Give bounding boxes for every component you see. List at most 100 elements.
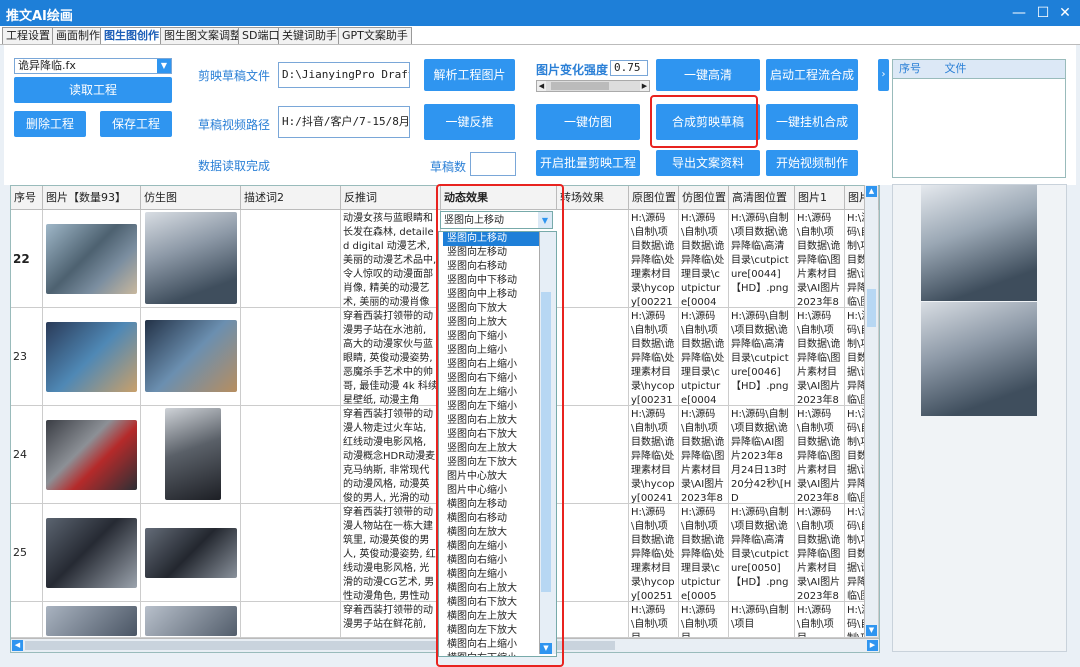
- hd-path-cell[interactable]: H:\源码\自制\项目数据\诡异降临\高清目录\cutpicture[0046]…: [729, 308, 795, 406]
- minimize-icon[interactable]: —: [1010, 4, 1028, 22]
- chevron-right-icon[interactable]: ›: [878, 59, 889, 91]
- imit-path-cell[interactable]: H:\源码\自制\项目数据\诡异降临\图片素材目录\AI图片2023年8月2: [679, 406, 729, 504]
- thumbnail-image[interactable]: [46, 322, 137, 392]
- tab-keyword-helper[interactable]: 关键词助手: [278, 27, 341, 44]
- orig-path-cell[interactable]: H:\源码\自制\项目数据\诡异降临\处理素材目录\hycopy[00221_n: [629, 210, 679, 308]
- strength-input[interactable]: 0.75: [610, 60, 648, 76]
- reverse-prompt-cell[interactable]: 穿着西装打领带的动漫男子站在鲜花前,: [341, 602, 441, 638]
- description-cell[interactable]: [241, 602, 341, 638]
- transition-cell[interactable]: [557, 504, 629, 602]
- col-header[interactable]: 原图位置: [629, 186, 679, 210]
- vertical-scrollbar[interactable]: ▲ ▼: [864, 185, 878, 637]
- hd-path-cell[interactable]: H:\源码\自制\项目数据\诡异降临\AI图片2023年8月24日13时20分4…: [729, 406, 795, 504]
- batch-jianying-button[interactable]: 开启批量剪映工程: [536, 150, 640, 176]
- scroll-up-icon[interactable]: ▲: [866, 186, 877, 197]
- col-header[interactable]: 仿生图: [141, 186, 241, 210]
- vertical-scroll-thumb[interactable]: [867, 289, 876, 327]
- maximize-icon[interactable]: ☐: [1034, 4, 1052, 22]
- tab-sd-port[interactable]: SD端口: [238, 27, 284, 44]
- start-video-button[interactable]: 开始视频制作: [766, 150, 858, 176]
- start-workflow-button[interactable]: 启动工程流合成: [766, 59, 858, 91]
- chevron-down-icon[interactable]: ▼: [538, 212, 552, 228]
- tab-project-settings[interactable]: 工程设置: [2, 27, 54, 44]
- imit-path-cell[interactable]: H:\源码\自制\项目数据\诡异降临\处理目录\cutpicture[00050…: [679, 504, 729, 602]
- parse-image-button[interactable]: 解析工程图片: [424, 59, 515, 91]
- transition-cell[interactable]: [557, 406, 629, 504]
- orig-path-cell[interactable]: H:\源码\自制\项目数据\诡异降临\处理素材目录\hycopy[00251_n: [629, 504, 679, 602]
- image1-cell[interactable]: H:\源码\自制\项目数据\诡异降临\图片素材目录\AI图片2023年8月2: [795, 210, 845, 308]
- reverse-prompt-cell[interactable]: 穿着西装打领带的动漫人物走过火车站, 红线动漫电影风格, 动漫概念HDR动漫麦克…: [341, 406, 441, 504]
- hd-path-cell[interactable]: H:\源码\自制\项目: [729, 602, 795, 638]
- scroll-right-icon[interactable]: ▶: [867, 640, 878, 651]
- dropdown-scrollbar[interactable]: ▼: [539, 232, 556, 654]
- image1-cell[interactable]: H:\源码\自制\项目数据\诡异降临\图片素材目录\AI图片2023年8月2: [795, 504, 845, 602]
- image1-cell[interactable]: H:\源码\自制\项目: [795, 602, 845, 638]
- draft-video-path-input[interactable]: H:/抖音/客户/7-15/8月24日.: [278, 106, 410, 138]
- col-header[interactable]: 图片【数量93】: [43, 186, 141, 210]
- strength-slider[interactable]: ◀ ▶: [536, 80, 650, 92]
- image1-cell[interactable]: H:\源码\自制\项目数据\诡异降临\图片素材目录\AI图片2023年8月2: [795, 308, 845, 406]
- col-header[interactable]: 反推词: [341, 186, 441, 210]
- col-header[interactable]: 转场效果: [557, 186, 629, 210]
- generated-image[interactable]: [145, 606, 237, 636]
- preview-image-original[interactable]: [921, 185, 1037, 301]
- generated-image[interactable]: [145, 212, 237, 304]
- transition-cell[interactable]: [557, 602, 629, 638]
- jianying-path-input[interactable]: D:\JianyingPro Drafts\诡: [278, 62, 410, 88]
- generated-image[interactable]: [165, 408, 221, 500]
- preview-image-generated[interactable]: [921, 302, 1037, 416]
- col-header[interactable]: 序号: [11, 186, 43, 210]
- one-hd-button[interactable]: 一键高清: [656, 59, 760, 91]
- description-cell[interactable]: [241, 406, 341, 504]
- scroll-left-icon[interactable]: ◀: [12, 640, 23, 651]
- col-header[interactable]: 高清图位置: [729, 186, 795, 210]
- scroll-down-icon[interactable]: ▼: [540, 643, 552, 654]
- imit-path-cell[interactable]: H:\源码\自制\项目数据\诡异降临\处理目录\cutpicture[00046…: [679, 308, 729, 406]
- imit-path-cell[interactable]: H:\源码\自制\项目: [679, 602, 729, 638]
- slider-right-icon[interactable]: ▶: [640, 81, 649, 91]
- reverse-prompt-cell[interactable]: 动漫女孩与蓝眼睛和长发在森林, detailed digital 动漫艺术, 美…: [341, 210, 441, 308]
- description-cell[interactable]: [241, 504, 341, 602]
- orig-path-cell[interactable]: H:\源码\自制\项目: [629, 602, 679, 638]
- col-header[interactable]: 仿图位置: [679, 186, 729, 210]
- col-header[interactable]: 动态效果: [441, 186, 557, 210]
- reverse-prompt-cell[interactable]: 穿着西装打领带的动漫人物站在一栋大建筑里, 动漫英俊的男人, 英俊动漫姿势, 红…: [341, 504, 441, 602]
- col-header[interactable]: 图片1: [795, 186, 845, 210]
- description-cell[interactable]: [241, 308, 341, 406]
- reverse-prompt-cell[interactable]: 穿着西装打领带的动漫男子站在水池前, 高大的动漫家伙与蓝眼睛, 英俊动漫姿势, …: [341, 308, 441, 406]
- transition-cell[interactable]: [557, 308, 629, 406]
- description-cell[interactable]: [241, 210, 341, 308]
- slider-thumb[interactable]: [551, 82, 609, 90]
- hd-path-cell[interactable]: H:\源码\自制\项目数据\诡异降临\高清目录\cutpicture[0044]…: [729, 210, 795, 308]
- col-header[interactable]: 描述词2: [241, 186, 341, 210]
- transition-cell[interactable]: [557, 210, 629, 308]
- one-imitate-button[interactable]: 一键仿图: [536, 104, 640, 140]
- generated-image[interactable]: [145, 528, 237, 578]
- tab-gpt-helper[interactable]: GPT文案助手: [338, 27, 412, 44]
- effect-dropdown-list[interactable]: 竖图向上移动 竖图向左移动 竖图向右移动 竖图向中下移动 竖图向中上移动 竖图向下放大 竖图…: [438, 231, 557, 657]
- hd-path-cell[interactable]: H:\源码\自制\项目数据\诡异降临\高清目录\cutpicture[0050]…: [729, 504, 795, 602]
- thumbnail-image[interactable]: [46, 606, 137, 636]
- thumbnail-image[interactable]: [46, 518, 137, 588]
- generated-image[interactable]: [145, 320, 237, 392]
- compose-draft-button[interactable]: 合成剪映草稿: [656, 104, 760, 140]
- reverse-push-button[interactable]: 一键反推: [424, 104, 515, 140]
- image1-cell[interactable]: H:\源码\自制\项目数据\诡异降临\图片素材目录\AI图片2023年8月2: [795, 406, 845, 504]
- tab-scene-production[interactable]: 画面制作: [52, 27, 104, 44]
- orig-path-cell[interactable]: H:\源码\自制\项目数据\诡异降临\处理素材目录\hycopy[00231_n: [629, 308, 679, 406]
- delete-project-button[interactable]: 删除工程: [14, 111, 86, 137]
- project-select[interactable]: 诡异降临.fx ▼: [14, 58, 172, 74]
- close-icon[interactable]: ✕: [1056, 4, 1074, 22]
- scroll-down-icon[interactable]: ▼: [866, 625, 877, 636]
- tab-img2img-copy[interactable]: 图生图文案调整: [160, 27, 245, 44]
- chevron-down-icon[interactable]: ▼: [157, 59, 171, 73]
- dropdown-scroll-thumb[interactable]: [541, 292, 551, 592]
- thumbnail-image[interactable]: [46, 224, 137, 294]
- tab-img2img[interactable]: 图生图创作: [100, 27, 163, 44]
- effect-combobox[interactable]: 竖图向上移动 ▼: [440, 211, 553, 229]
- slider-left-icon[interactable]: ◀: [537, 81, 546, 91]
- export-copy-button[interactable]: 导出文案资料: [656, 150, 760, 176]
- read-project-button[interactable]: 读取工程: [14, 77, 172, 103]
- save-project-button[interactable]: 保存工程: [100, 111, 172, 137]
- imit-path-cell[interactable]: H:\源码\自制\项目数据\诡异降临\处理目录\cutpicture[00044…: [679, 210, 729, 308]
